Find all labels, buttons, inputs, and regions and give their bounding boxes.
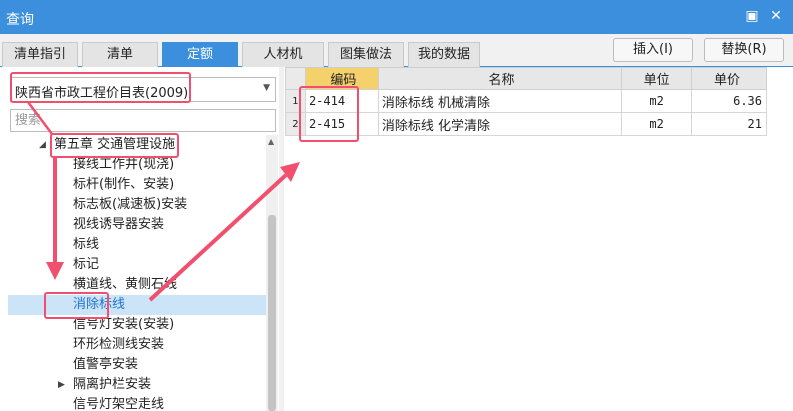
tab-my-data[interactable]: 我的数据 xyxy=(408,42,480,67)
column-header-name[interactable]: 名称 xyxy=(377,67,623,90)
tree-item[interactable]: 标杆(制作、安装) xyxy=(8,175,266,195)
tree-item-label: 标杆(制作、安装) xyxy=(73,177,175,192)
tree-item[interactable]: 标志板(减速板)安装 xyxy=(8,195,266,215)
column-header-unit[interactable]: 单位 xyxy=(621,67,693,90)
tree-scrollbar[interactable]: ▲ xyxy=(266,135,278,411)
highlight-code-box xyxy=(299,86,359,142)
collapse-icon[interactable]: ◢ xyxy=(39,135,46,155)
search-input[interactable] xyxy=(15,110,270,130)
tree-item[interactable]: 环形检测线安装 xyxy=(8,335,266,355)
tab-materials[interactable]: 人材机 xyxy=(242,42,324,67)
tab-quota[interactable]: 定额 xyxy=(162,42,238,67)
tree-item[interactable]: 视线诱导器安装 xyxy=(8,215,266,235)
tab-list-guide[interactable]: 清单指引 xyxy=(2,42,78,67)
left-panel: 陕西省市政工程价目表(2009) ▼ ◢ 第五章 交通管理设施 接线工作井(现浇… xyxy=(8,67,278,411)
replace-button[interactable]: 替换(R) xyxy=(704,38,784,62)
cell-price[interactable]: 21 xyxy=(691,112,767,136)
cell-unit[interactable]: m2 xyxy=(621,112,693,136)
tree-item-label: 隔离护栏安装 xyxy=(73,377,152,392)
tree-item[interactable]: 接线工作井(现浇) xyxy=(8,155,266,175)
tab-atlas-method[interactable]: 图集做法 xyxy=(328,42,404,67)
highlight-remove-marking-box xyxy=(44,292,109,319)
restore-icon[interactable]: ▣ xyxy=(744,8,760,24)
tree-item[interactable]: 标线 xyxy=(8,235,266,255)
expand-icon[interactable]: ▶ xyxy=(58,375,65,395)
cell-unit[interactable]: m2 xyxy=(621,89,693,113)
title-bar: 查询 ▣ ✕ xyxy=(0,0,793,34)
tree-item-label: 标线 xyxy=(73,237,100,252)
tree-item-label: 标记 xyxy=(73,257,100,272)
tree-item-label: 视线诱导器安装 xyxy=(73,217,165,232)
tree-item-label: 值警亭安装 xyxy=(73,357,139,372)
scroll-up-icon[interactable]: ▲ xyxy=(268,137,274,146)
insert-button[interactable]: 插入(I) xyxy=(613,38,693,62)
cell-price[interactable]: 6.36 xyxy=(691,89,767,113)
panel-splitter[interactable] xyxy=(279,67,284,411)
tree-item-label: 标志板(减速板)安装 xyxy=(73,197,188,212)
window-title: 查询 xyxy=(6,12,34,28)
highlight-chapter-box xyxy=(50,133,179,158)
tree-item-label: 接线工作井(现浇) xyxy=(73,157,175,172)
tree-item-label: 信号灯架空走线 xyxy=(73,397,165,411)
catalog-tree: ◢ 第五章 交通管理设施 接线工作井(现浇) 标杆(制作、安装) 标志板(减速板… xyxy=(8,135,266,411)
scrollbar-thumb[interactable] xyxy=(268,215,276,411)
tab-list[interactable]: 清单 xyxy=(82,42,158,67)
column-header-price[interactable]: 单价 xyxy=(691,67,767,90)
cell-name[interactable]: 消除标线 机械清除 xyxy=(377,89,623,113)
tree-item-label: 环形检测线安装 xyxy=(73,337,165,352)
highlight-catalog-box xyxy=(10,72,191,103)
tree-item[interactable]: ▶ 隔离护栏安装 xyxy=(8,375,266,395)
chevron-down-icon[interactable]: ▼ xyxy=(263,83,270,93)
close-icon[interactable]: ✕ xyxy=(768,8,784,24)
tree-item[interactable]: 标记 xyxy=(8,255,266,275)
search-field[interactable] xyxy=(10,109,276,132)
tree-item[interactable]: 值警亭安装 xyxy=(8,355,266,375)
cell-name[interactable]: 消除标线 化学清除 xyxy=(377,112,623,136)
tree-item[interactable]: 信号灯架空走线 xyxy=(8,395,266,411)
